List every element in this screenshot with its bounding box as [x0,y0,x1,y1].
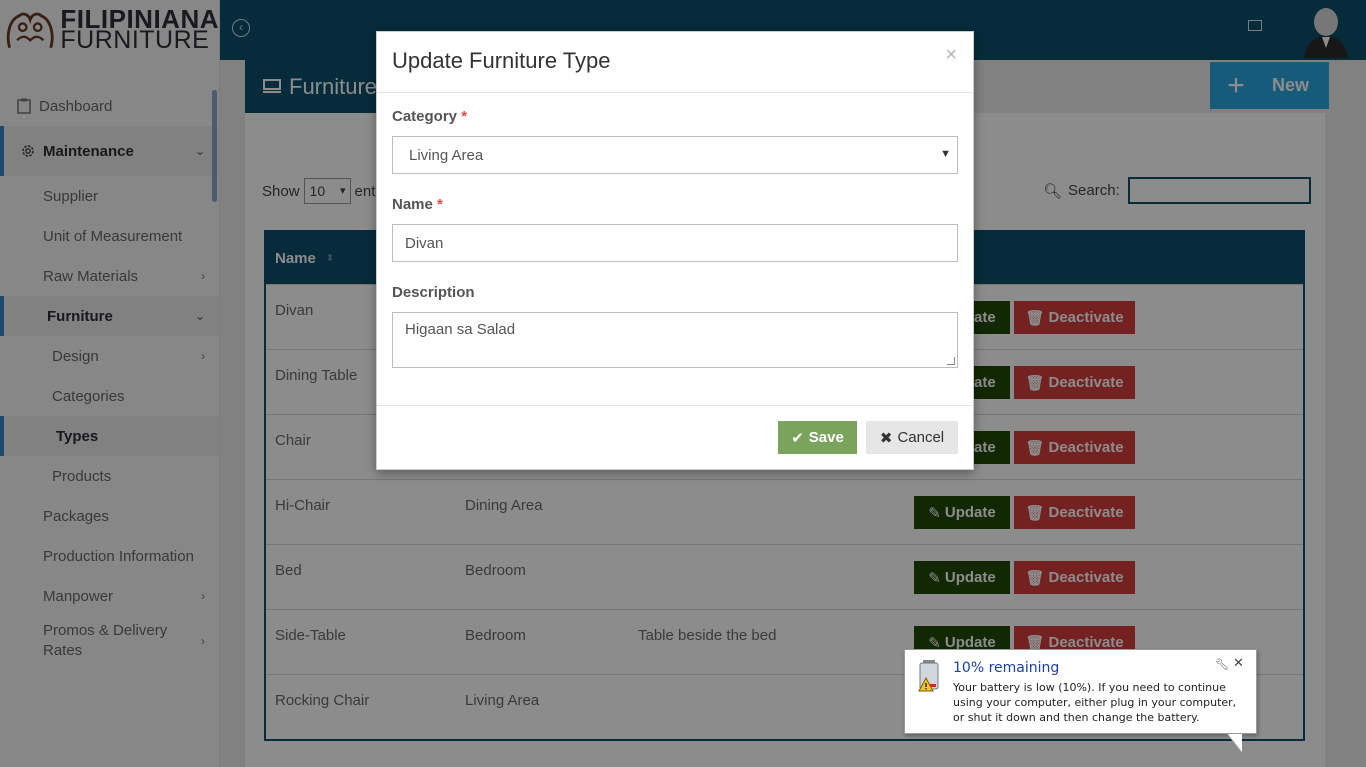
check-icon: ✔ [791,429,804,447]
required-mark: * [461,108,468,125]
close-icon[interactable]: ✕ [1233,656,1244,671]
battery-warning-icon [918,660,939,692]
description-value: Higaan sa Salad [405,321,516,338]
category-label: Category * [392,108,958,130]
balloon-text: Your battery is low (10%). If you need t… [953,681,1237,724]
name-label-text: Name [392,196,433,213]
category-label-text: Category [392,108,458,125]
name-input-value: Divan [405,234,444,252]
save-button-label: Save [808,429,844,446]
name-label: Name * [392,196,958,218]
caret-down-icon: ▼ [940,148,951,160]
category-selected-value: Living Area [409,146,484,164]
close-icon[interactable]: × [945,44,957,67]
modal-header: Update Furniture Type × [377,32,973,93]
resize-grip-icon[interactable] [947,357,955,365]
times-icon: ✖ [879,429,893,447]
category-select[interactable]: Living Area ▼ [392,136,958,174]
balloon-tail [1228,734,1242,752]
modal-title: Update Furniture Type [392,48,611,73]
battery-notification[interactable]: 10% remaining Your battery is low (10%).… [904,649,1257,754]
modal-footer: ✔ Save ✖ Cancel [377,405,973,469]
cancel-button[interactable]: ✖ Cancel [866,421,958,454]
description-textarea[interactable]: Higaan sa Salad [392,312,958,368]
name-input[interactable]: Divan [392,224,958,262]
cancel-button-label: Cancel [897,429,945,446]
description-field-group: Description Higaan sa Salad [392,284,958,368]
wrench-icon[interactable]: 🔧︎ [1215,658,1229,671]
description-label: Description [392,284,475,301]
balloon-title: 10% remaining [953,660,1060,676]
category-field-group: Category * Living Area ▼ [392,108,958,174]
save-button[interactable]: ✔ Save [778,421,857,454]
required-mark: * [437,196,443,213]
update-furniture-type-modal: Update Furniture Type × Category * Livin… [376,31,974,470]
name-field-group: Name * Divan [392,196,958,262]
